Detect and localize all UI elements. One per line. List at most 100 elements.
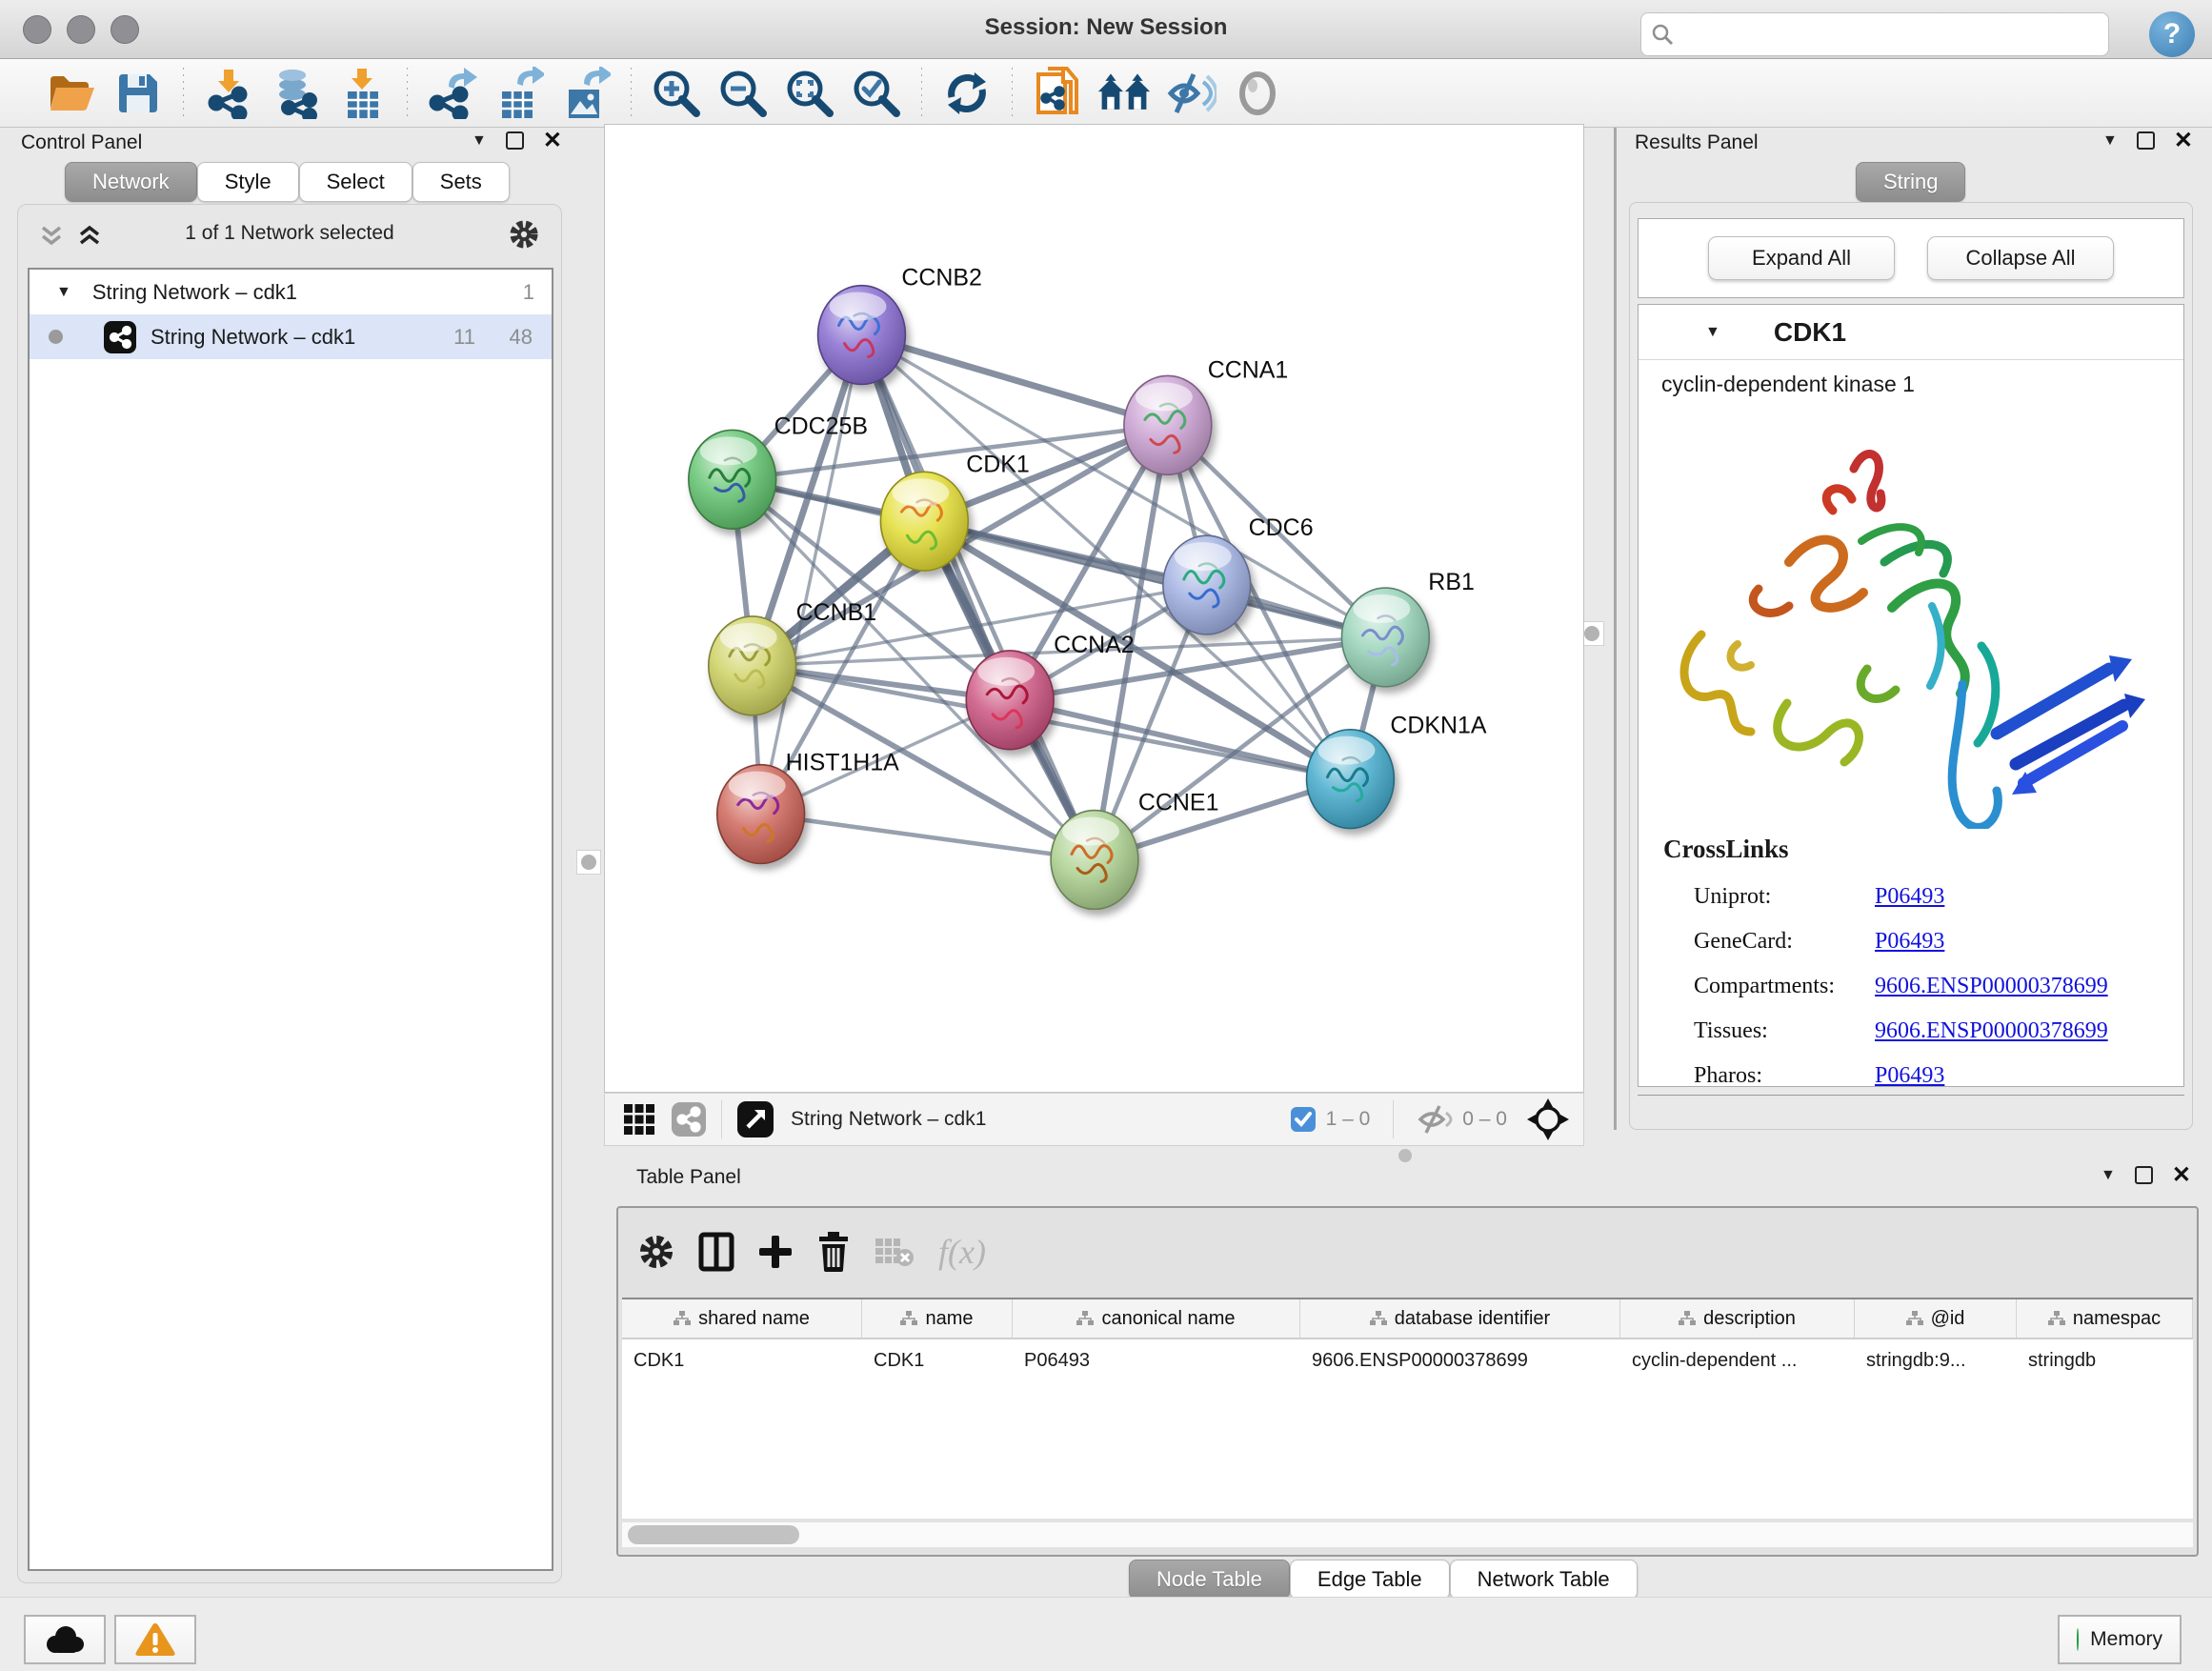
import-database-icon[interactable] [268, 66, 323, 121]
collection-expander-icon[interactable]: ▼ [56, 284, 71, 301]
show-all-icon[interactable] [1230, 66, 1285, 121]
table-cell[interactable]: 9606.ENSP00000378699 [1300, 1339, 1620, 1381]
edge-HIST1H1A-CCNE1[interactable] [761, 815, 1095, 860]
tab-network[interactable]: Network [65, 162, 197, 202]
results-panel-float-icon[interactable] [2137, 131, 2155, 150]
node-CDKN1A[interactable]: CDKN1A [1307, 713, 1487, 829]
crosslink-link[interactable]: P06493 [1875, 884, 1944, 910]
show-columns-icon[interactable] [698, 1232, 734, 1272]
results-panel-menu-icon[interactable]: ▼ [2102, 132, 2118, 150]
collapse-all-button[interactable]: Collapse All [1927, 236, 2114, 280]
network-options-gear-icon[interactable] [508, 218, 540, 251]
delete-column-icon[interactable] [816, 1232, 851, 1272]
column-header-namespac[interactable]: namespac [2017, 1299, 2193, 1338]
tab-network-table[interactable]: Network Table [1450, 1560, 1638, 1600]
results-panel-close-icon[interactable]: ✕ [2174, 131, 2193, 150]
edge-CCNB2-CCNE1[interactable] [861, 335, 1095, 860]
grid-view-icon[interactable] [622, 1102, 656, 1137]
table-panel-menu-icon[interactable]: ▼ [2101, 1167, 2116, 1184]
hide-selected-icon[interactable] [1163, 66, 1218, 121]
column-header-shared-name[interactable]: shared name [622, 1299, 862, 1338]
control-panel-float-icon[interactable] [506, 131, 524, 150]
crosslink-link[interactable]: 9606.ENSP00000378699 [1875, 974, 2108, 999]
search-field[interactable] [1640, 12, 2109, 56]
help-icon[interactable]: ? [2149, 11, 2195, 57]
warning-status-button[interactable] [114, 1615, 196, 1664]
hidden-eye-icon[interactable] [1417, 1105, 1453, 1134]
network-canvas[interactable]: CCNB2CCNA1CDC25BCDK1CDC6RB1CCNB1CCNA2CDK… [604, 124, 1584, 1093]
string-results-box: Expand All Collapse All ▼ CDK1 cyclin-de… [1629, 202, 2193, 1130]
import-table-icon[interactable] [334, 66, 390, 121]
network-row[interactable]: String Network – cdk1 11 48 [30, 314, 552, 359]
table-options-gear-icon[interactable] [637, 1233, 675, 1271]
column-header-name[interactable]: name [862, 1299, 1013, 1338]
table-cell[interactable]: stringdb:9... [1855, 1339, 2017, 1381]
table-cell[interactable]: P06493 [1013, 1339, 1300, 1381]
table-panel-close-icon[interactable]: ✕ [2172, 1166, 2191, 1184]
table-cell[interactable]: stringdb [2017, 1339, 2193, 1381]
table-row[interactable]: CDK1CDK1P064939606.ENSP00000378699cyclin… [622, 1339, 2193, 1381]
network-collection-row[interactable]: ▼ String Network – cdk1 1 [30, 270, 552, 314]
node-RB1[interactable]: RB1 [1341, 569, 1474, 687]
refresh-layout-icon[interactable] [939, 66, 995, 121]
node-CCNE1[interactable]: CCNE1 [1051, 790, 1218, 910]
column-header-description[interactable]: description [1620, 1299, 1855, 1338]
memory-button[interactable]: Memory [2058, 1615, 2182, 1664]
node-CCNA1[interactable]: CCNA1 [1124, 356, 1288, 474]
zoom-in-icon[interactable] [649, 66, 704, 121]
table-cell[interactable]: CDK1 [622, 1339, 862, 1381]
tab-select[interactable]: Select [299, 162, 412, 202]
node-label-CCNB2: CCNB2 [901, 265, 982, 292]
crosslink-link[interactable]: 9606.ENSP00000378699 [1875, 1018, 2108, 1044]
column-header-database-identifier[interactable]: database identifier [1300, 1299, 1620, 1338]
clone-network-icon[interactable] [1030, 66, 1085, 121]
first-neighbors-icon[interactable] [1096, 66, 1152, 121]
expand-all-button[interactable]: Expand All [1708, 236, 1895, 280]
scrollbar-thumb[interactable] [628, 1525, 799, 1544]
tab-edge-table[interactable]: Edge Table [1290, 1560, 1450, 1600]
crosslink-row: Uniprot:P06493 [1694, 875, 2170, 919]
network-share-view-icon[interactable] [670, 1100, 708, 1138]
table-panel-float-icon[interactable] [2135, 1166, 2153, 1184]
zoom-out-icon[interactable] [715, 66, 771, 121]
selected-checkbox-icon[interactable] [1290, 1106, 1317, 1133]
control-panel-close-icon[interactable]: ✕ [543, 131, 562, 150]
tab-node-table[interactable]: Node Table [1129, 1560, 1290, 1600]
edge-CCNB2-CCNA1[interactable] [861, 335, 1167, 426]
birds-eye-view-icon[interactable] [735, 1099, 775, 1139]
cloud-status-button[interactable] [24, 1615, 106, 1664]
import-network-icon[interactable] [201, 66, 256, 121]
zoom-fit-icon[interactable] [782, 66, 837, 121]
selected-node-edge-counts: 1 – 0 [1326, 1108, 1371, 1131]
save-session-icon[interactable] [111, 66, 166, 121]
crosslink-link[interactable]: P06493 [1875, 1063, 1944, 1089]
zoom-selected-icon[interactable] [849, 66, 904, 121]
function-builder-icon[interactable]: f(x) [938, 1232, 986, 1272]
crosshair-icon[interactable] [1526, 1097, 1570, 1141]
table-cell[interactable]: cyclin-dependent ... [1620, 1339, 1855, 1381]
add-column-icon[interactable] [757, 1234, 794, 1270]
search-input[interactable] [1681, 24, 2099, 46]
table-cell[interactable]: CDK1 [862, 1339, 1013, 1381]
tab-string[interactable]: String [1856, 162, 1965, 202]
edge-CDK1-RB1[interactable] [924, 521, 1385, 637]
crosslink-link[interactable]: P06493 [1875, 929, 1944, 955]
node-HIST1H1A[interactable]: HIST1H1A [717, 750, 899, 864]
export-image-icon[interactable] [558, 66, 613, 121]
left-splitter-handle[interactable] [576, 850, 601, 875]
delete-table-icon[interactable] [874, 1235, 915, 1269]
tab-style[interactable]: Style [197, 162, 299, 202]
export-table-icon[interactable] [492, 66, 547, 121]
node-CCNB1[interactable]: CCNB1 [709, 599, 876, 715]
column-header-id[interactable]: @id [1855, 1299, 2017, 1338]
tab-sets[interactable]: Sets [412, 162, 510, 202]
export-network-icon[interactable] [425, 66, 480, 121]
node-CDC25B[interactable]: CDC25B [689, 413, 868, 529]
open-session-icon[interactable] [44, 66, 99, 121]
control-panel-menu-icon[interactable]: ▼ [472, 132, 487, 150]
edge-CCNB2-HIST1H1A[interactable] [761, 335, 862, 815]
gene-expander-icon[interactable]: ▼ [1705, 324, 1720, 341]
table-horizontal-scrollbar[interactable] [622, 1522, 2193, 1547]
crosslink-row: Tissues:9606.ENSP00000378699 [1694, 1009, 2170, 1054]
column-header-canonical-name[interactable]: canonical name [1013, 1299, 1300, 1338]
